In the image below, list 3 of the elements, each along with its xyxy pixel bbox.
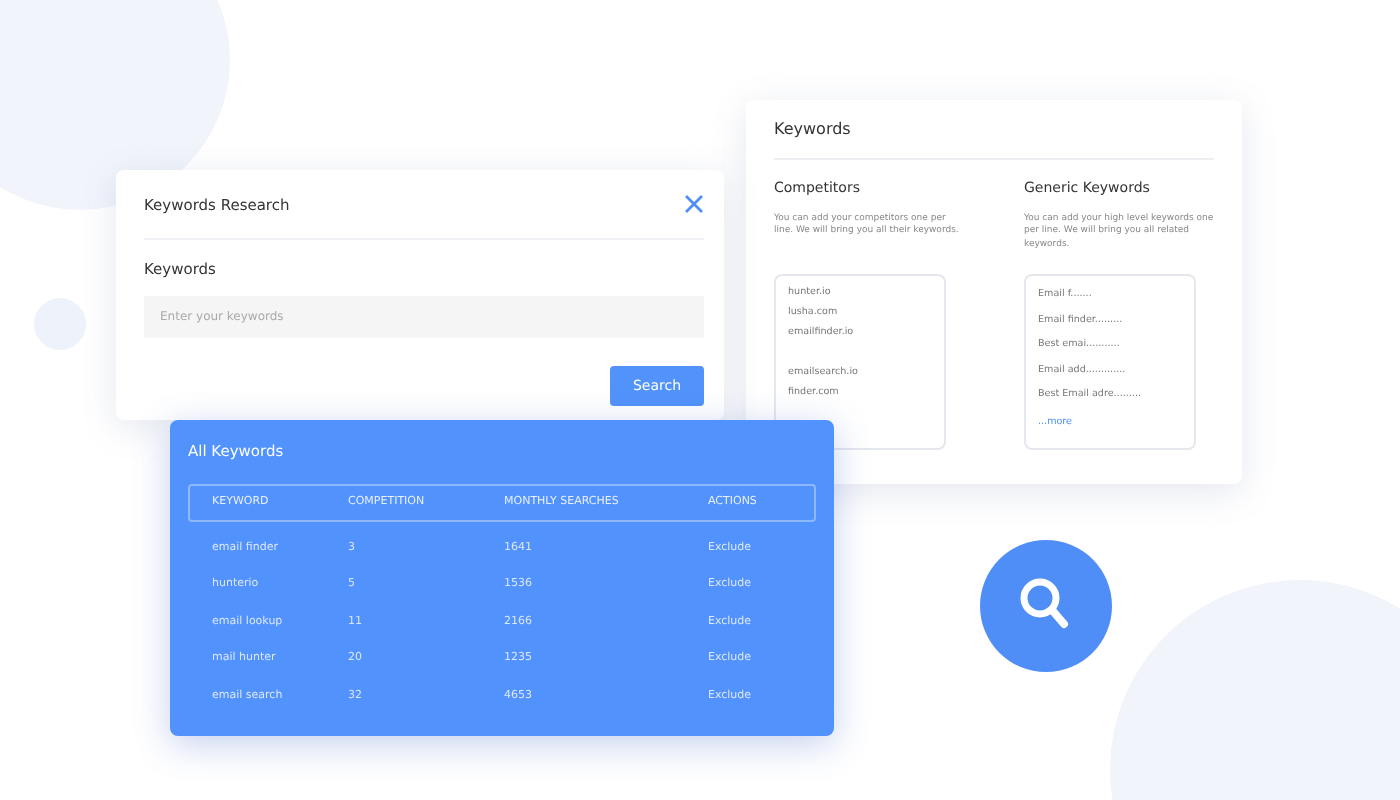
close-icon[interactable] (684, 194, 704, 214)
card-title: Keywords (774, 120, 1214, 160)
search-icon[interactable] (980, 540, 1112, 672)
